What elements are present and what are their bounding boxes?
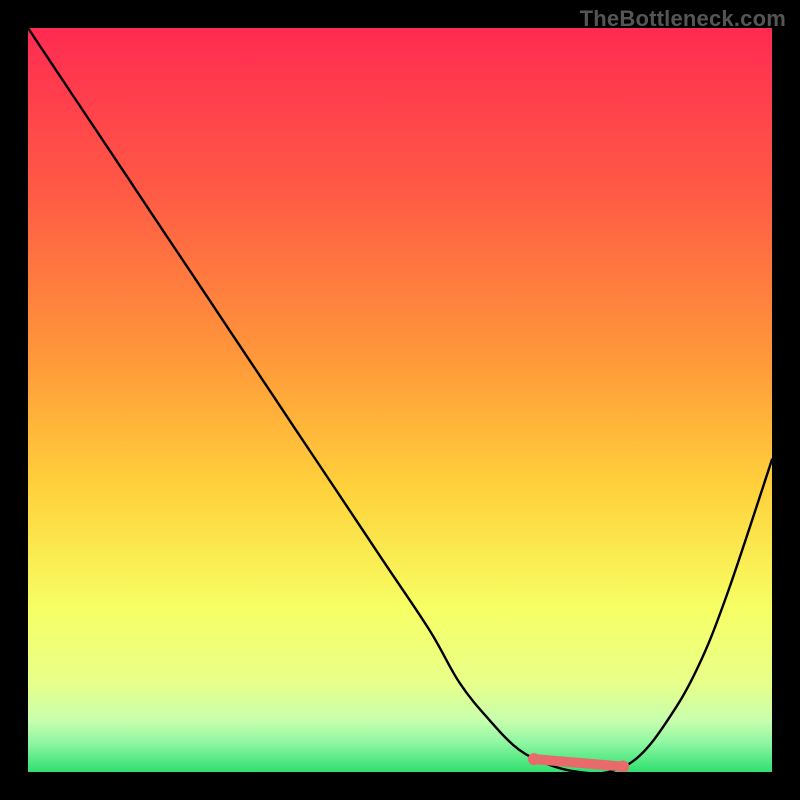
chart-frame: TheBottleneck.com: [0, 0, 800, 800]
gradient-background: [28, 28, 772, 772]
watermark-text: TheBottleneck.com: [580, 6, 786, 32]
ideal-range-endpoint-right: [617, 761, 629, 772]
ideal-range-endpoint-left: [528, 753, 540, 765]
chart-svg: [28, 28, 772, 772]
plot-area: [28, 28, 772, 772]
